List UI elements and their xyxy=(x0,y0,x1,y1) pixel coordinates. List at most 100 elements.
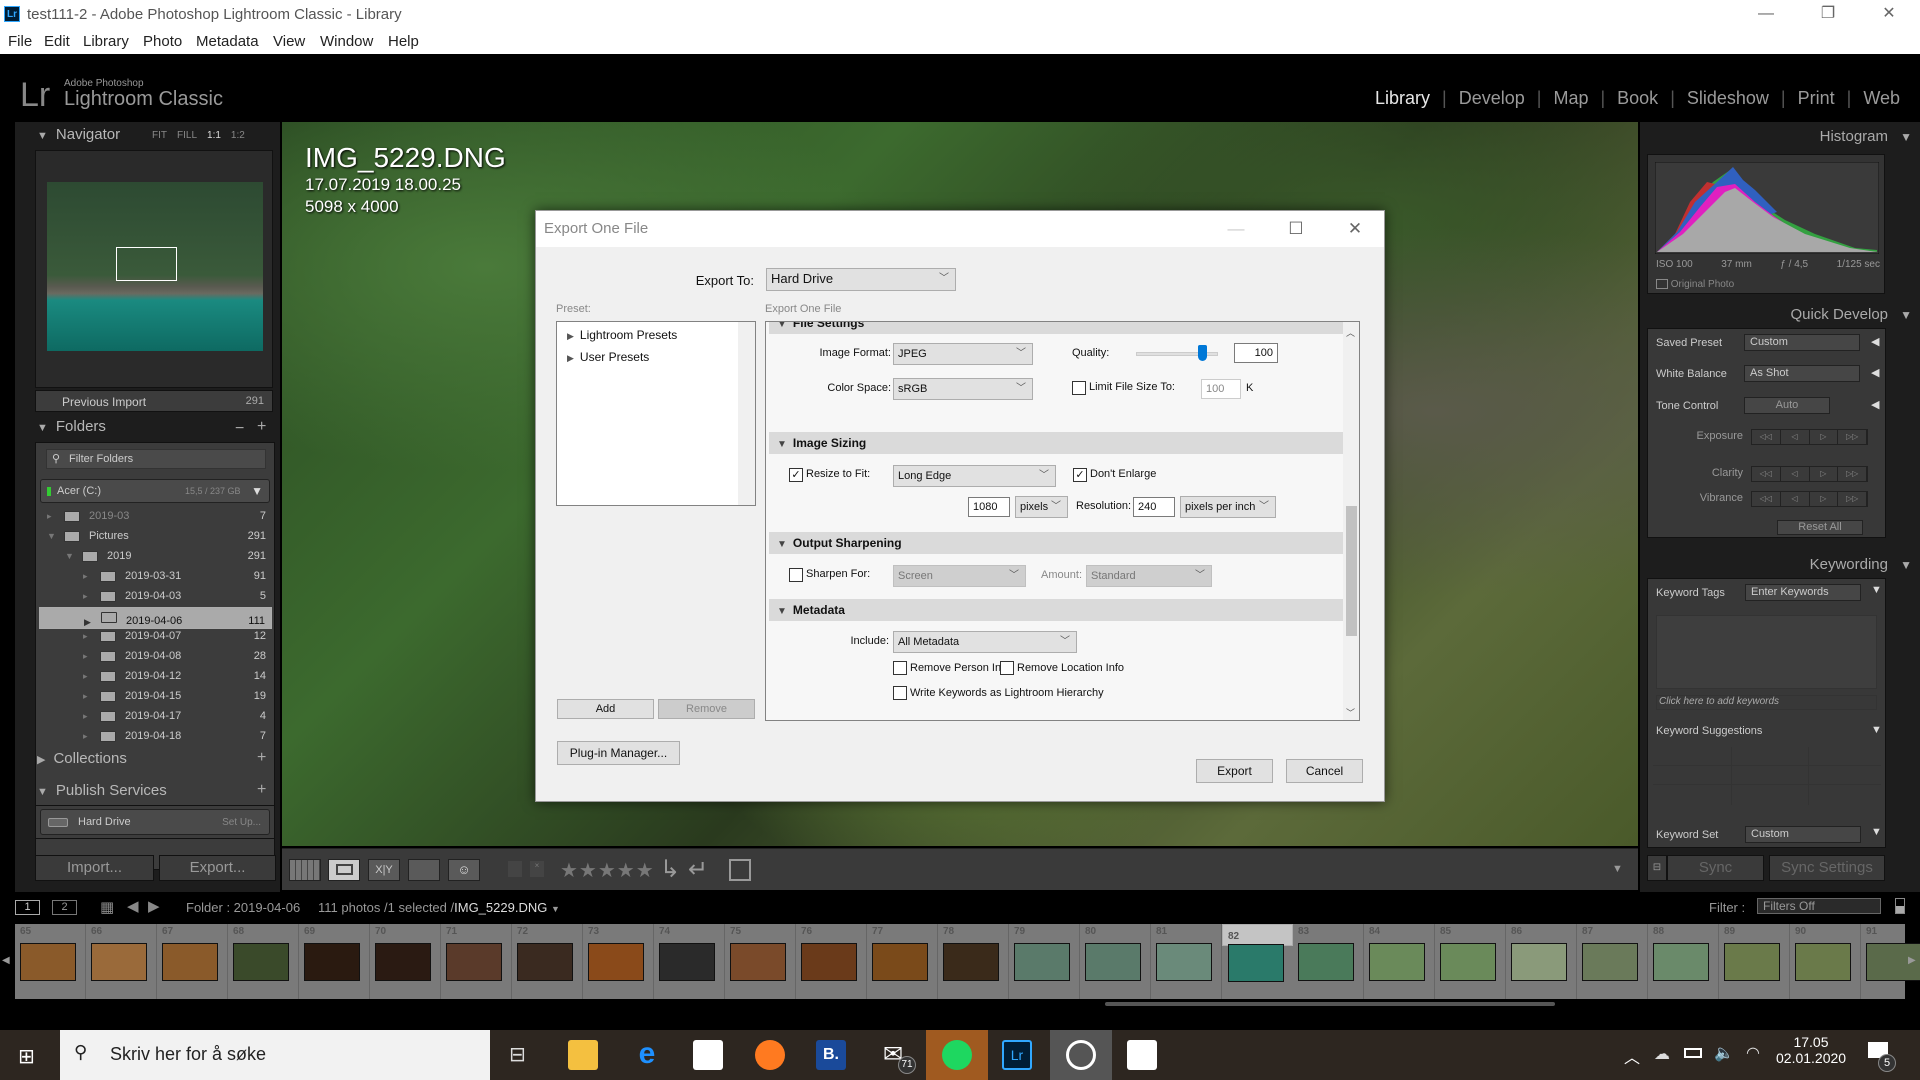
volume-icon[interactable]: 🔈 xyxy=(1714,1043,1734,1063)
menu-edit[interactable]: Edit xyxy=(44,33,70,50)
preset-folder-user[interactable]: ▶ User Presets xyxy=(567,350,649,364)
draw-face-region-icon[interactable] xyxy=(729,859,751,881)
filmstrip-thumbnail[interactable]: 89 xyxy=(1719,924,1790,999)
folder-row[interactable]: ▶ 2019-04-06 111 xyxy=(39,607,272,629)
keywording-collapse-icon[interactable]: ▼ xyxy=(1900,558,1912,572)
filmstrip-thumbnail[interactable]: 76 xyxy=(796,924,867,999)
sharpen-for-checkbox[interactable] xyxy=(789,568,803,582)
wifi-icon[interactable]: ◠ xyxy=(1746,1043,1760,1063)
flag-reject-icon[interactable]: × xyxy=(530,861,544,877)
keyword-tags-select[interactable]: Enter Keywords xyxy=(1745,584,1861,601)
module-web[interactable]: Web xyxy=(1851,88,1912,109)
catalog-previous-import[interactable]: Previous Import 291 xyxy=(35,390,273,412)
menu-metadata[interactable]: Metadata xyxy=(196,33,259,50)
filmstrip-thumbnail[interactable]: 90 xyxy=(1790,924,1861,999)
grid-icon[interactable]: ▦ xyxy=(100,898,114,916)
navigator-preview[interactable] xyxy=(35,150,273,388)
filter-folders-input[interactable]: ⚲ Filter Folders xyxy=(46,449,266,469)
windows-start-icon[interactable]: ⊞ xyxy=(18,1044,35,1069)
plugin-manager-button[interactable]: Plug-in Manager... xyxy=(557,741,680,765)
filmstrip-thumbnail[interactable]: 69 xyxy=(299,924,370,999)
disclosure-triangle-icon[interactable]: ▸ xyxy=(83,591,88,602)
onedrive-icon[interactable]: ☁ xyxy=(1654,1044,1670,1064)
section-file-settings[interactable]: ▼ File Settings xyxy=(769,322,1357,334)
navigator-header[interactable]: ▼ Navigator xyxy=(37,126,120,150)
keyword-set-select[interactable]: Custom xyxy=(1745,826,1861,843)
image-format-select[interactable]: JPEG ﹀ xyxy=(893,343,1033,365)
rotate-left-icon[interactable]: ↳ xyxy=(660,855,680,884)
filmstrip-thumbnail[interactable]: 83 xyxy=(1293,924,1364,999)
dialog-cancel-button[interactable]: Cancel xyxy=(1286,759,1363,783)
publish-add-button[interactable]: + xyxy=(257,781,266,799)
original-photo-toggle[interactable]: Original Photo xyxy=(1656,279,1734,290)
write-keywords-hierarchy-checkbox[interactable] xyxy=(893,686,907,700)
sync-settings-button[interactable]: Sync Settings xyxy=(1769,855,1885,881)
filmstrip-thumbnail[interactable]: 65 xyxy=(15,924,86,999)
folder-row[interactable]: ▸ 2019-04-17 4 xyxy=(39,707,272,727)
add-keywords-input[interactable]: Click here to add keywords xyxy=(1656,695,1877,710)
collections-header[interactable]: ▶ Collections xyxy=(37,750,127,774)
close-button[interactable]: ✕ xyxy=(1866,0,1912,30)
edge-browser-icon[interactable]: e xyxy=(632,1039,662,1070)
keyword-suggestions-grid[interactable] xyxy=(1653,747,1881,805)
include-metadata-select[interactable]: All Metadata ﹀ xyxy=(893,631,1077,653)
export-button[interactable]: Export... xyxy=(159,855,276,881)
import-button[interactable]: Import... xyxy=(35,855,154,881)
add-preset-button[interactable]: Add xyxy=(557,699,654,719)
photos-app-taskbar-button[interactable] xyxy=(1050,1030,1112,1080)
menu-file[interactable]: File xyxy=(8,33,32,50)
module-map[interactable]: Map xyxy=(1541,88,1600,109)
dialog-close-button[interactable]: ✕ xyxy=(1335,215,1375,243)
filmstrip-thumbnail[interactable]: 88 xyxy=(1648,924,1719,999)
filmstrip-scroll-left[interactable]: ◀ xyxy=(2,955,10,966)
white-balance-select[interactable]: As Shot xyxy=(1744,365,1860,382)
navigator-view-rect[interactable] xyxy=(116,247,177,281)
vibrance-stepper[interactable]: ◁◁ ◁ ▷ ▷▷ xyxy=(1751,491,1868,507)
menu-window[interactable]: Window xyxy=(320,33,373,50)
filmstrip-thumbnail[interactable]: 71 xyxy=(441,924,512,999)
clarity-stepper[interactable]: ◁◁ ◁ ▷ ▷▷ xyxy=(1751,466,1868,482)
keyword-suggestions-menu-icon[interactable]: ▼ xyxy=(1871,724,1882,736)
histogram-graph[interactable] xyxy=(1655,162,1879,254)
reset-all-button[interactable]: Reset All xyxy=(1777,520,1863,535)
resolution-input[interactable]: 240 xyxy=(1133,497,1175,517)
filmstrip-thumbnail[interactable]: 74 xyxy=(654,924,725,999)
disclosure-triangle-icon[interactable]: ▸ xyxy=(83,711,88,722)
disclosure-triangle-icon[interactable]: ▼ xyxy=(65,551,74,561)
section-metadata[interactable]: ▼ Metadata xyxy=(769,599,1357,621)
filmstrip-thumbnail[interactable]: 72 xyxy=(512,924,583,999)
file-explorer-icon[interactable] xyxy=(568,1040,598,1070)
menu-help[interactable]: Help xyxy=(388,33,419,50)
folders-remove-button[interactable]: − xyxy=(235,420,244,438)
zoom-fill[interactable]: FILL xyxy=(177,130,197,141)
folder-row[interactable]: ▸ 2019-04-03 5 xyxy=(39,587,272,607)
grid-view-icon[interactable] xyxy=(289,859,321,881)
disclosure-triangle-icon[interactable]: ▸ xyxy=(83,571,88,582)
quality-input[interactable]: 100 xyxy=(1234,343,1278,363)
disclosure-triangle-icon[interactable]: ▸ xyxy=(83,731,88,742)
keywording-header[interactable]: Keywording xyxy=(1810,556,1888,573)
amount-select[interactable]: Standard ﹀ xyxy=(1086,565,1212,587)
filmstrip-thumbnail[interactable]: 66 xyxy=(86,924,157,999)
folder-row[interactable]: ▸ 2019-03 7 xyxy=(39,507,272,527)
resolution-unit-select[interactable]: pixels per inch ﹀ xyxy=(1180,496,1276,518)
taskbar-search-box[interactable]: ⚲ Skriv her for å søke xyxy=(60,1030,490,1080)
filmstrip-thumbnail[interactable]: 70 xyxy=(370,924,441,999)
filmstrip-thumbnail[interactable]: 67 xyxy=(157,924,228,999)
remove-location-info-checkbox[interactable] xyxy=(1000,661,1014,675)
folder-row[interactable]: ▸ 2019-04-18 7 xyxy=(39,727,272,747)
folder-source[interactable]: Folder : 2019-04-06 xyxy=(186,900,300,915)
volume-menu-icon[interactable]: ▼ xyxy=(251,484,263,498)
toolbar-options-icon[interactable]: ▼ xyxy=(1612,863,1623,875)
star-rating[interactable]: ★★★★★ xyxy=(560,858,655,883)
filter-select[interactable]: Filters Off xyxy=(1757,898,1881,914)
keyword-tags-textarea[interactable] xyxy=(1656,615,1877,689)
limit-file-size-input[interactable]: 100 xyxy=(1201,379,1241,399)
zoom-1-2[interactable]: 1:2 xyxy=(231,130,245,141)
export-to-select[interactable]: Hard Drive ﹀ xyxy=(766,268,956,291)
section-output-sharpening[interactable]: ▼ Output Sharpening xyxy=(769,532,1357,554)
show-hidden-icons[interactable]: ︿ xyxy=(1624,1044,1640,1068)
booking-icon[interactable]: B. xyxy=(816,1040,846,1070)
remove-person-info-checkbox[interactable] xyxy=(893,661,907,675)
disclosure-triangle-icon[interactable]: ▸ xyxy=(47,511,52,522)
